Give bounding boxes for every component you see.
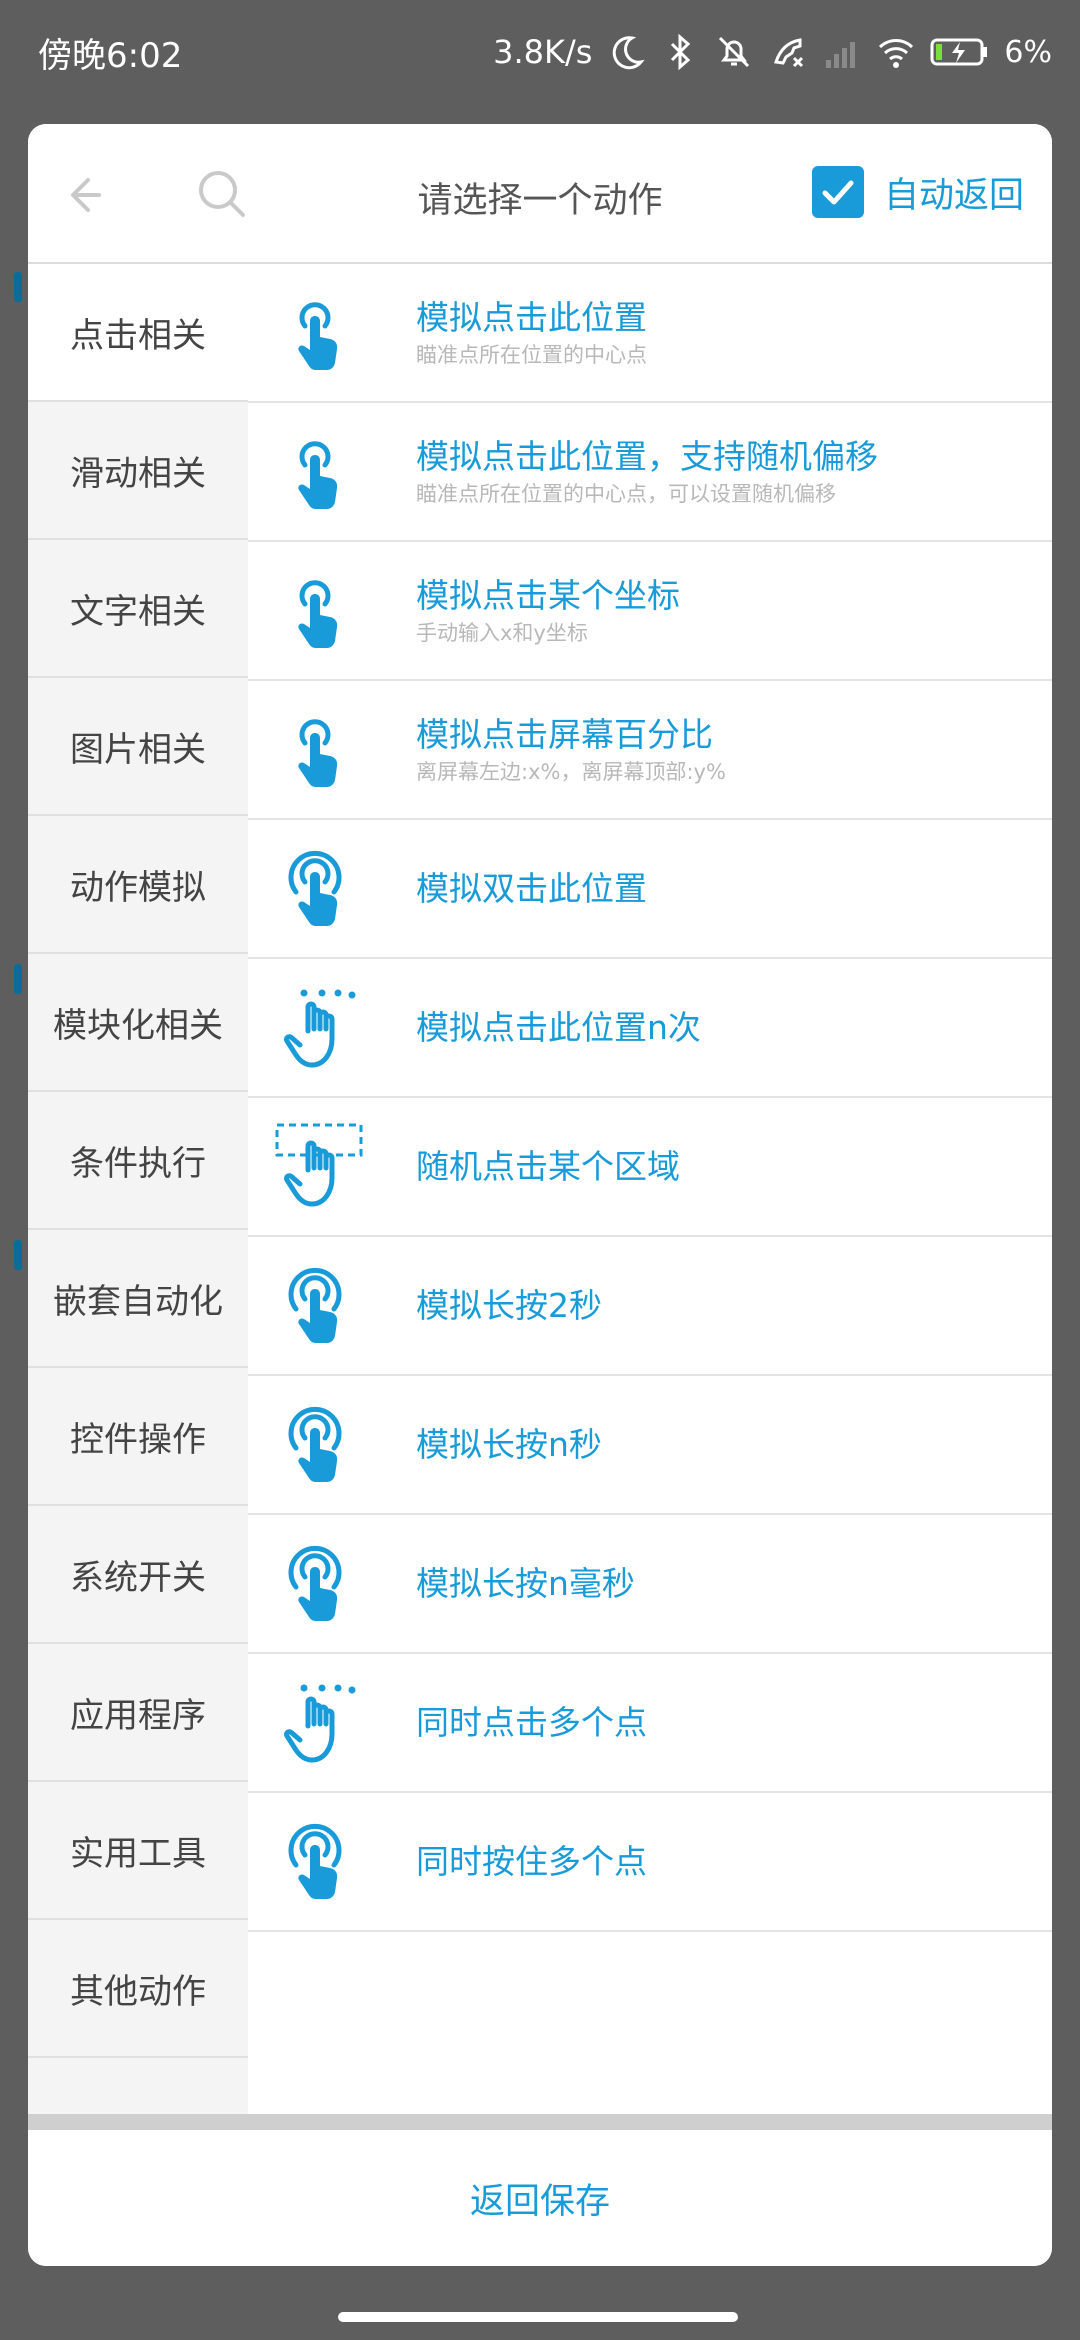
- auto-return-toggle[interactable]: 自动返回: [811, 164, 1024, 220]
- category-item[interactable]: 其他动作: [28, 1920, 248, 2058]
- footer-divider: [28, 2114, 1052, 2130]
- status-icons: 3.8K/s 6%: [493, 24, 1052, 80]
- action-item[interactable]: 模拟双击此位置: [248, 820, 1052, 959]
- battery-percent: 6%: [1004, 34, 1052, 70]
- action-item[interactable]: 模拟点击屏幕百分比 离屏幕左边:x%，离屏幕顶部:y%: [248, 681, 1052, 820]
- action-title: 模拟点击此位置n次: [416, 1007, 701, 1047]
- return-save-button[interactable]: 返回保存: [28, 2130, 1052, 2266]
- edge-mark: [14, 1240, 22, 1270]
- category-item[interactable]: 模块化相关: [28, 954, 248, 1092]
- action-title: 模拟长按n毫秒: [416, 1563, 635, 1603]
- status-time: 傍晚6:02: [38, 36, 183, 76]
- dialog-header: 请选择一个动作 自动返回: [28, 124, 1052, 264]
- double-tap-icon: [288, 850, 342, 926]
- wifi-icon: [879, 39, 914, 68]
- tap-finger-icon: [298, 579, 338, 648]
- tap-finger-icon: [298, 440, 338, 509]
- action-title: 随机点击某个区域: [416, 1146, 680, 1186]
- action-item[interactable]: 模拟点击此位置 瞄准点所在位置的中心点: [248, 264, 1052, 403]
- action-title: 模拟点击屏幕百分比: [416, 714, 713, 754]
- category-item[interactable]: 动作模拟: [28, 816, 248, 954]
- long-press-icon: [288, 1406, 342, 1482]
- multi-tap-hand-icon: [284, 1684, 356, 1762]
- auto-return-checkbox[interactable]: [811, 166, 864, 218]
- back-arrow-icon[interactable]: [58, 168, 112, 222]
- edge-mark: [14, 272, 22, 302]
- edge-mark: [14, 964, 22, 994]
- category-item[interactable]: 滑动相关: [28, 402, 248, 540]
- multi-tap-hand-icon: [284, 989, 356, 1067]
- action-item[interactable]: 模拟点击此位置n次: [248, 959, 1052, 1098]
- action-title: 模拟点击某个坐标: [416, 575, 680, 615]
- action-list: 模拟点击此位置 瞄准点所在位置的中心点 模拟点击此位置，支持随机偏移 瞄准点所在…: [248, 264, 1052, 2114]
- search-icon[interactable]: [194, 166, 250, 222]
- mute-bell-icon: [719, 36, 750, 68]
- action-picker-dialog: 请选择一个动作 自动返回 点击相关 滑动相关 文字相关 图片相关 动作模拟 模块…: [28, 124, 1052, 2266]
- action-item[interactable]: 模拟点击此位置，支持随机偏移 瞄准点所在位置的中心点，可以设置随机偏移: [248, 403, 1052, 542]
- area-tap-hand-icon: [275, 1123, 363, 1206]
- category-item[interactable]: 点击相关: [28, 264, 248, 402]
- auto-return-label[interactable]: 自动返回: [884, 167, 1024, 218]
- category-item[interactable]: 应用程序: [28, 1644, 248, 1782]
- action-item[interactable]: 模拟点击某个坐标 手动输入x和y坐标: [248, 542, 1052, 681]
- category-item[interactable]: 条件执行: [28, 1092, 248, 1230]
- action-title: 模拟双击此位置: [416, 868, 647, 908]
- action-item[interactable]: 模拟长按n秒: [248, 1376, 1052, 1515]
- long-press-icon: [288, 1823, 342, 1899]
- category-item[interactable]: 文字相关: [28, 540, 248, 678]
- category-item[interactable]: 嵌套自动化: [28, 1230, 248, 1368]
- long-press-icon: [288, 1545, 342, 1621]
- category-item[interactable]: 系统开关: [28, 1506, 248, 1644]
- long-press-icon: [288, 1267, 342, 1343]
- action-item[interactable]: 随机点击某个区域: [248, 1098, 1052, 1237]
- action-title: 模拟点击此位置，支持随机偏移: [416, 436, 878, 476]
- checkmark-icon: [822, 180, 854, 205]
- action-subtitle: 瞄准点所在位置的中心点，可以设置随机偏移: [416, 481, 836, 506]
- action-item[interactable]: 同时按住多个点: [248, 1793, 1052, 1932]
- moon-icon: [613, 36, 646, 70]
- battery-charging-icon: [930, 38, 988, 66]
- gesture-nav-handle[interactable]: [338, 2312, 738, 2322]
- action-item[interactable]: 模拟长按2秒: [248, 1237, 1052, 1376]
- category-item[interactable]: 实用工具: [28, 1782, 248, 1920]
- category-sidebar: 点击相关 滑动相关 文字相关 图片相关 动作模拟 模块化相关 条件执行 嵌套自动…: [28, 264, 248, 2114]
- tap-finger-icon: [298, 718, 338, 787]
- action-title: 同时按住多个点: [416, 1841, 647, 1881]
- action-title: 模拟点击此位置: [416, 297, 647, 337]
- signal-icon: [826, 42, 856, 68]
- action-subtitle: 瞄准点所在位置的中心点: [416, 342, 647, 367]
- status-bar: 傍晚6:02 3.8K/s 6%: [0, 0, 1080, 110]
- action-item[interactable]: 模拟长按n毫秒: [248, 1515, 1052, 1654]
- tap-finger-icon: [298, 301, 338, 370]
- action-title: 同时点击多个点: [416, 1702, 647, 1742]
- category-item[interactable]: 控件操作: [28, 1368, 248, 1506]
- action-title: 模拟长按n秒: [416, 1424, 602, 1464]
- action-subtitle: 离屏幕左边:x%，离屏幕顶部:y%: [416, 759, 726, 784]
- action-item[interactable]: 同时点击多个点: [248, 1654, 1052, 1793]
- network-speed: 3.8K/s: [493, 33, 593, 71]
- category-item[interactable]: 图片相关: [28, 678, 248, 816]
- action-subtitle: 手动输入x和y坐标: [416, 620, 588, 645]
- action-title: 模拟长按2秒: [416, 1285, 602, 1325]
- bluetooth-icon: [671, 33, 691, 71]
- call-icon: [774, 38, 804, 68]
